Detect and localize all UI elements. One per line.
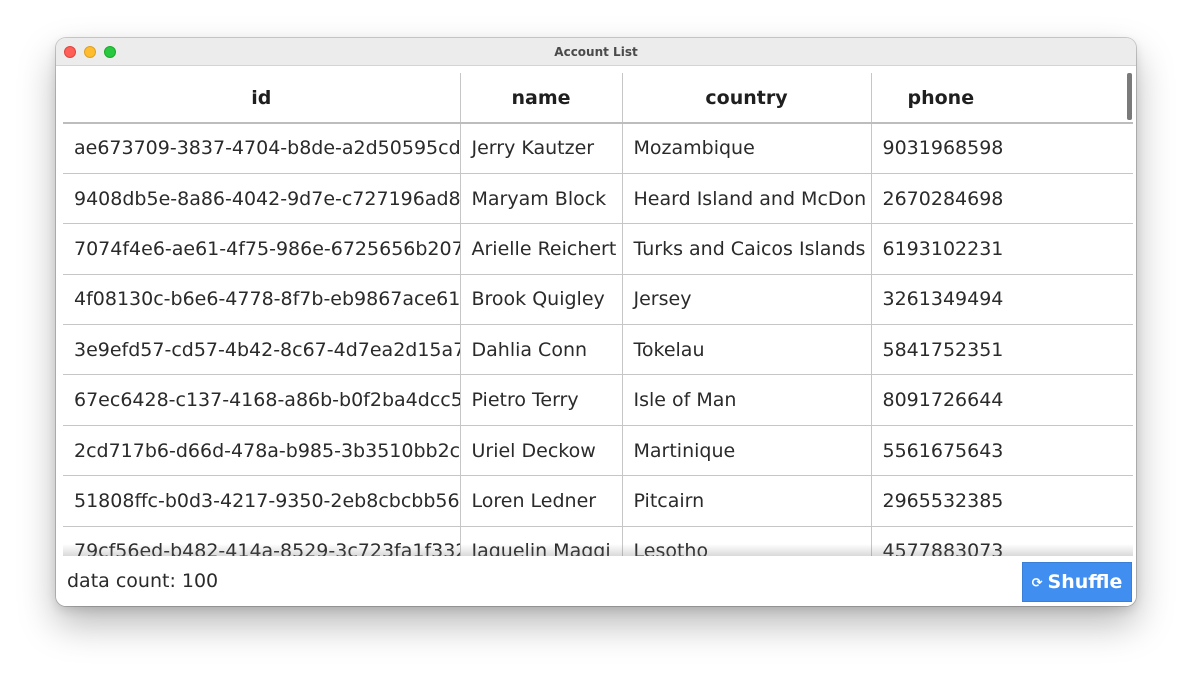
table-row[interactable]: 7074f4e6-ae61-4f75-986e-6725656b2079 Ari… (63, 223, 1133, 275)
cell-name: Loren Ledner (460, 475, 623, 527)
cell-name: Dahlia Conn (460, 324, 623, 376)
cell-country: Pitcairn (622, 475, 872, 527)
cell-phone: 5561675643 (871, 425, 1133, 477)
cell-id: 4f08130c-b6e6-4778-8f7b-eb9867ace61d (63, 274, 461, 326)
vertical-scrollbar-thumb[interactable] (1127, 73, 1132, 120)
cell-country: Lesotho (622, 526, 872, 556)
cell-phone: 2670284698 (871, 173, 1133, 225)
cell-name: Jerry Kautzer (460, 123, 623, 174)
table-row[interactable]: ae673709-3837-4704-b8de-a2d50595cd1 Jerr… (63, 123, 1133, 174)
cell-id: 67ec6428-c137-4168-a86b-b0f2ba4dcc55 (63, 374, 461, 426)
column-header-id[interactable]: id (63, 73, 461, 124)
cell-country: Martinique (622, 425, 872, 477)
cell-phone: 5841752351 (871, 324, 1133, 376)
title-bar[interactable]: Account List (56, 38, 1136, 66)
cell-phone: 2965532385 (871, 475, 1133, 527)
cell-country: Jersey (622, 274, 872, 326)
footer-bar: data count: 100 ⟳ Shuffle (56, 556, 1136, 606)
table-row[interactable]: 2cd717b6-d66d-478a-b985-3b3510bb2c2 Urie… (63, 425, 1133, 477)
cell-name: Jaquelin Maggi (460, 526, 623, 556)
column-header-country[interactable]: country (622, 73, 872, 124)
cell-id: 9408db5e-8a86-4042-9d7e-c727196ad8b (63, 173, 461, 225)
cell-id: 7074f4e6-ae61-4f75-986e-6725656b2079 (63, 223, 461, 275)
refresh-icon: ⟳ (1031, 575, 1043, 591)
table-row[interactable]: 3e9efd57-cd57-4b42-8c67-4d7ea2d15a7b Dah… (63, 324, 1133, 376)
cell-id: 3e9efd57-cd57-4b42-8c67-4d7ea2d15a7b (63, 324, 461, 376)
table-header-row: id name country phone (63, 73, 1133, 124)
cell-country: Turks and Caicos Islands (622, 223, 872, 275)
data-count-label: data count: 100 (67, 570, 219, 592)
cell-phone: 8091726644 (871, 374, 1133, 426)
cell-phone: 3261349494 (871, 274, 1133, 326)
account-table: id name country phone ae673709-3837-4704… (63, 73, 1133, 556)
cell-country: Heard Island and McDon (622, 173, 872, 225)
cell-name: Pietro Terry (460, 374, 623, 426)
window-title: Account List (554, 45, 638, 59)
cell-name: Arielle Reichert (460, 223, 623, 275)
cell-name: Uriel Deckow (460, 425, 623, 477)
account-table-container[interactable]: id name country phone ae673709-3837-4704… (63, 73, 1133, 556)
shuffle-button-label: Shuffle (1047, 571, 1123, 593)
table-row[interactable]: 9408db5e-8a86-4042-9d7e-c727196ad8b Mary… (63, 173, 1133, 225)
shuffle-button[interactable]: ⟳ Shuffle (1022, 562, 1132, 602)
app-window: Account List id name country phone ae673… (56, 38, 1136, 606)
column-header-name[interactable]: name (460, 73, 623, 124)
cell-country: Mozambique (622, 123, 872, 174)
cell-id: ae673709-3837-4704-b8de-a2d50595cd1 (63, 123, 461, 174)
table-row[interactable]: 51808ffc-b0d3-4217-9350-2eb8cbcbb56e Lor… (63, 475, 1133, 527)
cell-phone: 6193102231 (871, 223, 1133, 275)
cell-id: 2cd717b6-d66d-478a-b985-3b3510bb2c2 (63, 425, 461, 477)
cell-country: Tokelau (622, 324, 872, 376)
cell-name: Brook Quigley (460, 274, 623, 326)
cell-id: 51808ffc-b0d3-4217-9350-2eb8cbcbb56e (63, 475, 461, 527)
table-row[interactable]: 67ec6428-c137-4168-a86b-b0f2ba4dcc55 Pie… (63, 374, 1133, 426)
table-row[interactable]: 4f08130c-b6e6-4778-8f7b-eb9867ace61d Bro… (63, 274, 1133, 326)
cell-id: 79cf56ed-b482-414a-8529-3c723fa1f332 (63, 526, 461, 556)
column-header-phone[interactable]: phone (871, 73, 1133, 124)
cell-phone: 4577883073 (871, 526, 1133, 556)
cell-name: Maryam Block (460, 173, 623, 225)
cell-phone: 9031968598 (871, 123, 1133, 174)
table-row[interactable]: 79cf56ed-b482-414a-8529-3c723fa1f332 Jaq… (63, 526, 1133, 556)
cell-country: Isle of Man (622, 374, 872, 426)
